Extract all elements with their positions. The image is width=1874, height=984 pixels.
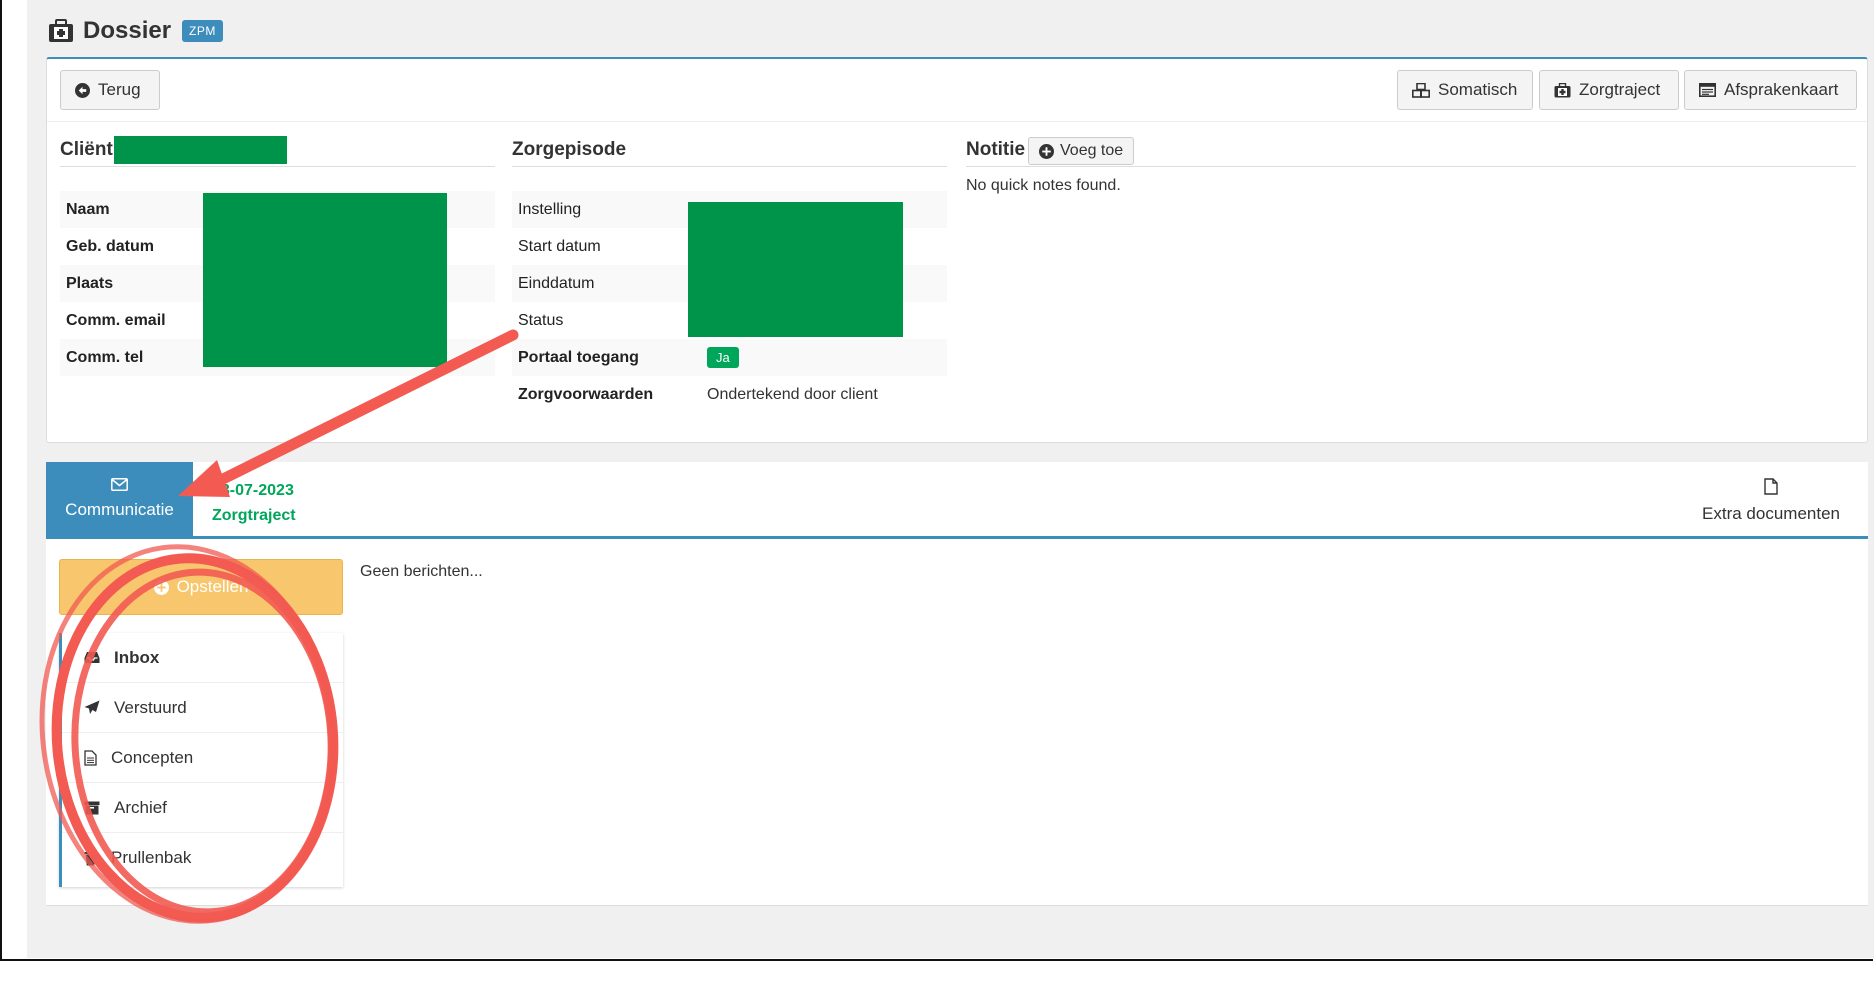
folder-label: Inbox xyxy=(114,647,160,667)
compose-button-label: Opstellen xyxy=(176,577,249,596)
client-section-title: Cliënt xyxy=(60,139,113,160)
zorgtraject-button[interactable]: Zorgtraject xyxy=(1539,70,1679,110)
folder-archief[interactable]: Archief xyxy=(62,783,343,833)
folder-inbox[interactable]: Inbox xyxy=(62,633,343,683)
envelope-icon xyxy=(111,478,128,491)
tab-communicatie-label: Communicatie xyxy=(65,500,174,519)
client-divider xyxy=(60,166,495,167)
medkit-icon xyxy=(49,19,73,42)
portal-access-badge: Ja xyxy=(707,347,739,368)
tab-zorgtraject-date: 18-07-2023 xyxy=(212,482,294,499)
inbox-icon xyxy=(84,652,100,663)
no-notes-text: No quick notes found. xyxy=(966,177,1121,194)
tab-extra-label: Extra documenten xyxy=(1702,504,1840,523)
paper-plane-icon xyxy=(84,700,100,714)
afsprakenkaart-button[interactable]: Afsprakenkaart xyxy=(1684,70,1857,110)
client-details-redaction xyxy=(203,193,447,367)
tab-extra-documenten[interactable]: Extra documenten xyxy=(1702,478,1840,524)
zorgepisode-divider xyxy=(512,166,947,167)
cubes-icon xyxy=(1412,82,1430,98)
somatisch-button[interactable]: Somatisch xyxy=(1397,70,1533,110)
trash-icon xyxy=(84,850,97,866)
folder-label: Concepten xyxy=(111,747,194,767)
folder-concepten[interactable]: Concepten xyxy=(62,733,343,783)
medkit-icon xyxy=(1554,82,1571,97)
arrow-circle-left-icon xyxy=(75,82,90,98)
tab-communicatie[interactable]: Communicatie xyxy=(46,462,193,539)
zorgepisode-details-redaction xyxy=(688,202,903,337)
file-text-icon xyxy=(84,749,97,766)
zpm-badge: ZPM xyxy=(182,20,223,42)
archive-icon xyxy=(84,801,100,814)
dossier-box: Terug Somatisch Zorgtraject Afsprakenkaa… xyxy=(46,57,1868,443)
folder-label: Prullenbak xyxy=(111,848,192,867)
table-row: Portaal toegang Ja xyxy=(512,339,947,376)
tab-bar: Communicatie 18-07-2023 Zorgtraject Extr… xyxy=(46,462,1868,539)
folder-label: Archief xyxy=(114,797,167,817)
page-title: Dossier xyxy=(83,17,172,44)
somatisch-button-label: Somatisch xyxy=(1438,80,1518,99)
dossier-toolbar: Terug Somatisch Zorgtraject Afsprakenkaa… xyxy=(47,59,1867,122)
back-button-label: Terug xyxy=(98,80,141,99)
no-messages-text: Geen berichten... xyxy=(360,563,483,580)
plus-circle-icon xyxy=(153,579,169,595)
plus-circle-icon xyxy=(1039,143,1054,159)
table-row: Zorgvoorwaarden Ondertekend door client xyxy=(518,385,878,403)
folder-label: Verstuurd xyxy=(114,697,187,717)
notitie-divider xyxy=(966,166,1856,167)
file-icon xyxy=(1764,478,1778,495)
add-note-label: Voeg toe xyxy=(1060,142,1124,159)
compose-button[interactable]: Opstellen xyxy=(59,559,343,615)
folder-prullenbak[interactable]: Prullenbak xyxy=(62,833,343,883)
afsprakenkaart-button-label: Afsprakenkaart xyxy=(1724,80,1839,99)
calendar-card-icon xyxy=(1699,83,1716,97)
zorgtraject-button-label: Zorgtraject xyxy=(1579,80,1661,99)
client-name-redaction xyxy=(114,136,287,164)
zorgepisode-section-title: Zorgepisode xyxy=(512,139,627,160)
folder-verstuurd[interactable]: Verstuurd xyxy=(62,683,343,733)
back-button[interactable]: Terug xyxy=(60,70,160,110)
notitie-section-title: Notitie xyxy=(966,139,1026,160)
add-note-button[interactable]: Voeg toe xyxy=(1028,137,1135,165)
tab-zorgtraject[interactable]: 18-07-2023 Zorgtraject xyxy=(212,478,296,528)
communication-box: Communicatie 18-07-2023 Zorgtraject Extr… xyxy=(46,462,1868,906)
page-header: Dossier ZPM xyxy=(48,14,223,48)
mail-folder-list: Inbox Verstuurd Concepten Archief Prulle… xyxy=(59,633,343,887)
tab-zorgtraject-label: Zorgtraject xyxy=(212,507,296,524)
